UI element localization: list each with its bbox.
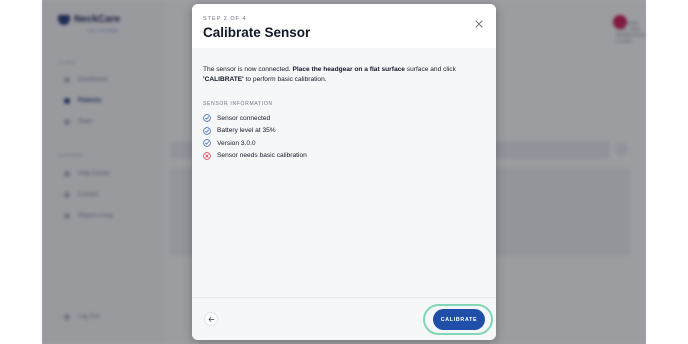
list-item-label: Version 3.0.0 — [217, 139, 256, 147]
modal-title: Calibrate Sensor — [203, 25, 311, 40]
modal-footer: CALIBRATE — [192, 297, 496, 340]
description-text: surface and click — [404, 66, 456, 73]
sensor-info-list: Sensor connected Battery level at 35% Ve… — [203, 112, 307, 162]
sensor-info-label: SENSOR INFORMATION — [203, 101, 273, 107]
list-item-label: Sensor needs basic calibration — [217, 152, 307, 160]
step-indicator: STEP 2 OF 4 — [203, 16, 247, 22]
description-text: to perform basic calibration. — [243, 75, 327, 83]
modal-description: The sensor is now connected. Place the h… — [203, 65, 487, 84]
arrow-left-icon — [208, 316, 214, 322]
list-item: Version 3.0.0 — [203, 137, 307, 150]
list-item: Sensor needs basic calibration — [203, 150, 307, 163]
close-button[interactable] — [469, 14, 489, 34]
list-item-label: Sensor connected — [217, 114, 271, 122]
error-circle-icon — [203, 151, 211, 160]
list-item-label: Battery level at 35% — [217, 127, 276, 135]
check-circle-icon — [203, 126, 211, 135]
back-button[interactable] — [204, 312, 218, 326]
calibrate-sensor-modal: STEP 2 OF 4 Calibrate Sensor The sensor … — [192, 4, 496, 340]
check-circle-icon — [203, 139, 211, 148]
modal-header: STEP 2 OF 4 Calibrate Sensor — [192, 4, 496, 48]
calibrate-button[interactable]: CALIBRATE — [433, 309, 485, 330]
close-icon — [475, 20, 483, 28]
description-text: The sensor is now connected. — [203, 66, 293, 73]
list-item: Battery level at 35% — [203, 125, 307, 138]
check-circle-icon — [203, 114, 211, 123]
list-item: Sensor connected — [203, 112, 307, 125]
page: NeckCare ALL-IN-ONE CLINIC Dashboard Pat… — [0, 0, 688, 344]
description-emphasis: Place the headgear on a flat surface — [292, 66, 405, 73]
description-emphasis: 'CALIBRATE' — [203, 75, 244, 83]
